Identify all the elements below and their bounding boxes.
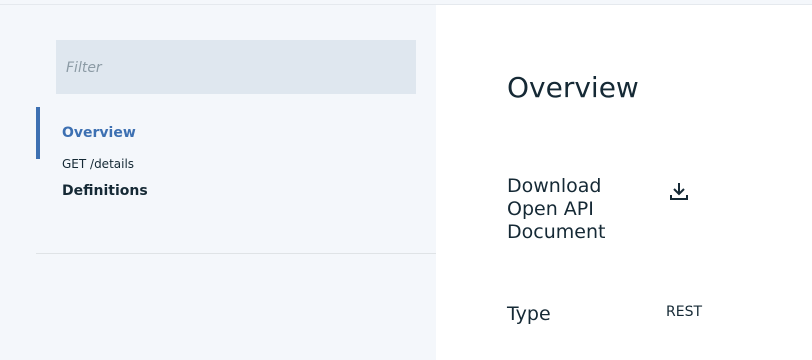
sidebar-item-get-details[interactable]: GET /details (36, 155, 436, 173)
sidebar-divider (36, 253, 436, 254)
sidebar-item-definitions[interactable]: Definitions (36, 173, 436, 209)
api-docs-app: Overview GET /details Definitions Overvi… (0, 0, 812, 360)
type-label: Type (507, 303, 551, 325)
download-openapi-button[interactable] (666, 178, 692, 204)
sidebar-item-overview[interactable]: Overview (36, 107, 436, 159)
sidebar: Overview GET /details Definitions (0, 5, 436, 360)
sidebar-nav: Overview GET /details Definitions (36, 107, 436, 209)
filter-input[interactable] (64, 40, 412, 96)
main-content: Overview Download Open API Document Type… (436, 5, 812, 360)
download-icon (670, 183, 688, 200)
page-title: Overview (507, 71, 639, 104)
download-openapi-label: Download Open API Document (507, 175, 606, 243)
type-value: REST (666, 304, 703, 320)
filter-box (56, 40, 416, 96)
